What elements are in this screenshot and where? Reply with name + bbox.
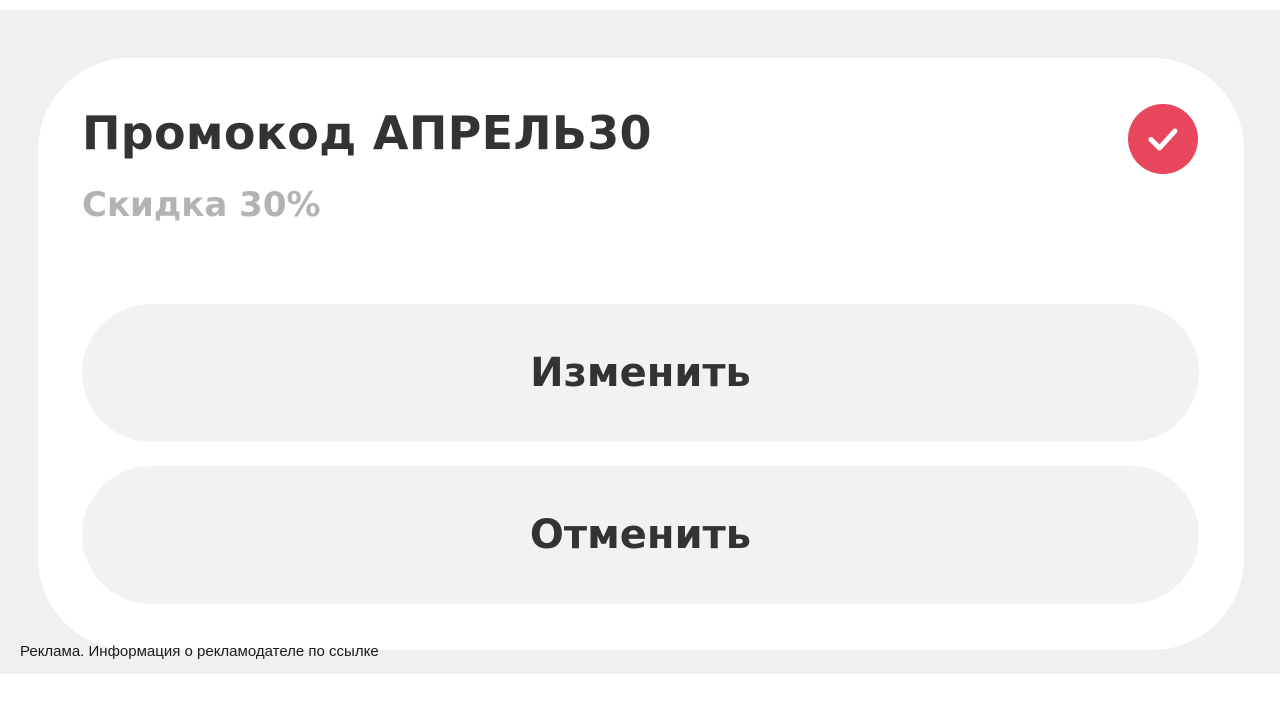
cancel-promo-button[interactable]: Отменить [82,466,1199,604]
sheet-backdrop: Промокод АПРЕЛЬ30 Скидка 30% Изменить От… [0,10,1280,674]
checkmark-icon [1148,128,1178,151]
promo-title: Промокод АПРЕЛЬ30 [82,106,652,160]
ad-disclaimer-link[interactable]: Реклама. Информация о рекламодателе по с… [20,643,379,661]
change-promo-button[interactable]: Изменить [82,304,1199,442]
promo-card: Промокод АПРЕЛЬ30 Скидка 30% Изменить От… [38,58,1244,650]
screen: Промокод АПРЕЛЬ30 Скидка 30% Изменить От… [0,0,1280,705]
promo-discount: Скидка 30% [82,185,321,225]
checkmark-circle-icon [1128,104,1198,174]
